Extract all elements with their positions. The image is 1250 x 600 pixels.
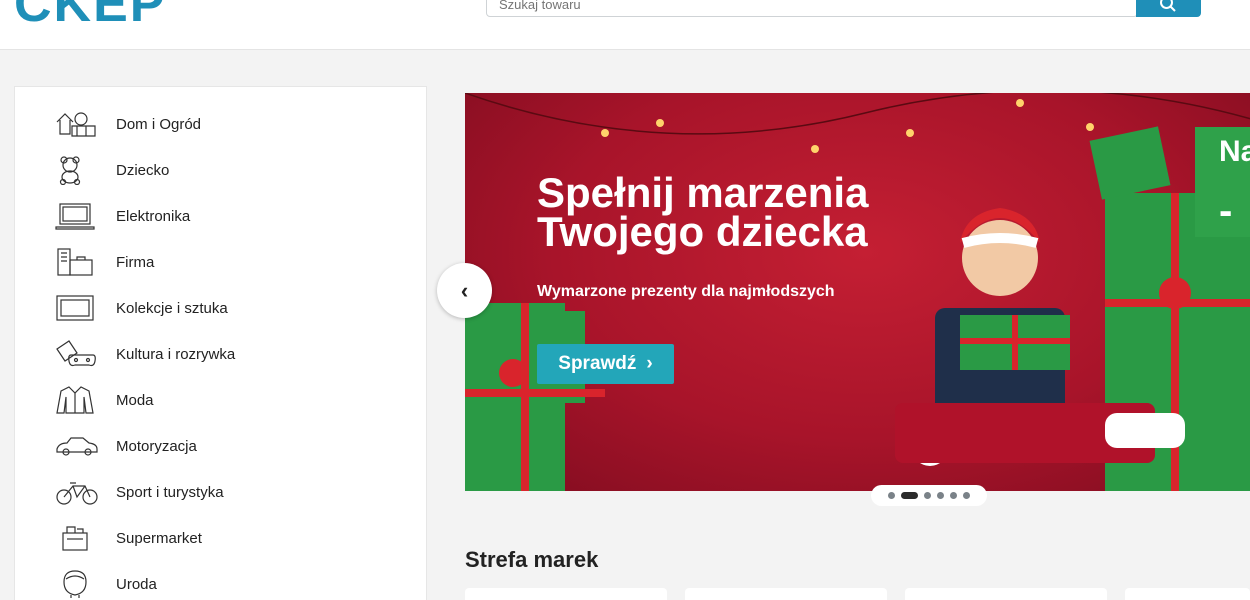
brands-section-title: Strefa marek [465,547,599,572]
sidebar-item-label: Dziecko [116,161,170,179]
sidebar-item-supermarket[interactable]: Supermarket [55,523,395,553]
sidebar-item-label: Sport i turystyka [116,483,224,501]
promo-badge-sub: - [1219,189,1233,233]
sidebar-item-dom-i-ogrod[interactable]: Dom i Ogród [55,109,395,139]
search-icon [1160,0,1176,12]
sidebar-item-label: Supermarket [116,529,202,547]
brand-card[interactable] [905,588,1107,600]
sidebar-item-label: Elektronika [116,207,191,225]
carousel-dot[interactable] [888,492,895,499]
laptop-icon [55,201,99,231]
frame-icon [55,293,99,323]
teddy-bear-icon [55,155,99,185]
car-icon [55,431,99,461]
bicycle-icon [55,477,99,507]
promo-badge-text: Na [1219,135,1250,168]
banner-title-line2: Twojego dziecka [537,208,868,255]
sidebar-item-label: Motoryzacja [116,437,197,455]
sidebar-item-elektronika[interactable]: Elektronika [55,201,395,231]
sidebar-item-label: Kultura i rozrywka [116,345,236,363]
search-input[interactable] [499,0,1099,13]
search-button[interactable] [1136,0,1201,17]
sidebar-item-label: Firma [116,253,155,271]
face-icon [55,569,99,599]
sidebar-item-label: Moda [116,391,154,409]
carousel-dot[interactable] [937,492,944,499]
basket-icon [55,523,99,553]
carousel-dot[interactable] [950,492,957,499]
house-garden-icon [55,109,99,139]
category-sidebar: Dom i Ogród Dziecko Elektronika Firma Ko… [14,86,427,600]
sidebar-item-motoryzacja[interactable]: Motoryzacja [55,431,395,461]
tickets-gamepad-icon [55,339,99,369]
sidebar-item-firma[interactable]: Firma [55,247,395,277]
carousel-dot[interactable] [963,492,970,499]
sidebar-item-label: Dom i Ogród [116,115,202,133]
carousel-prev-button[interactable]: ‹ [437,263,492,318]
carousel-dot-active[interactable] [901,492,918,499]
chevron-left-icon: ‹ [460,277,469,303]
promo-badge: Na - [1195,127,1250,237]
banner-cta-button[interactable]: Sprawdź › [537,344,674,384]
sidebar-item-kultura[interactable]: Kultura i rozrywka [55,339,395,369]
sidebar-item-sport[interactable]: Sport i turystyka [55,477,395,507]
sidebar-item-kolekcje[interactable]: Kolekcje i sztuka [55,293,395,323]
banner-cta-label: Sprawdź [558,353,637,374]
banner-title-line1: Spełnij marzenia [537,169,869,216]
header: CKEP [0,0,1250,50]
promo-banner[interactable]: Spełnij marzenia Twojego dziecka Wymarzo… [465,93,1250,491]
banner-subtitle: Wymarzone prezenty dla najmłodszych [537,283,835,300]
sidebar-item-label: Kolekcje i sztuka [116,299,228,317]
office-icon [55,247,99,277]
brand-card[interactable] [1125,588,1250,600]
jacket-icon [55,385,99,415]
sidebar-item-moda[interactable]: Moda [55,385,395,415]
search-box[interactable] [486,0,1138,17]
brand-card[interactable] [465,588,667,600]
sidebar-item-uroda[interactable]: Uroda [55,569,395,599]
banner-title: Spełnij marzenia Twojego dziecka [537,169,869,255]
sidebar-item-label: Uroda [116,575,157,593]
chevron-right-icon: › [646,353,653,374]
sidebar-item-dziecko[interactable]: Dziecko [55,155,395,185]
brand-card[interactable] [685,588,887,600]
carousel-dot[interactable] [924,492,931,499]
carousel-dots [871,485,987,506]
site-logo[interactable]: CKEP [14,0,166,34]
